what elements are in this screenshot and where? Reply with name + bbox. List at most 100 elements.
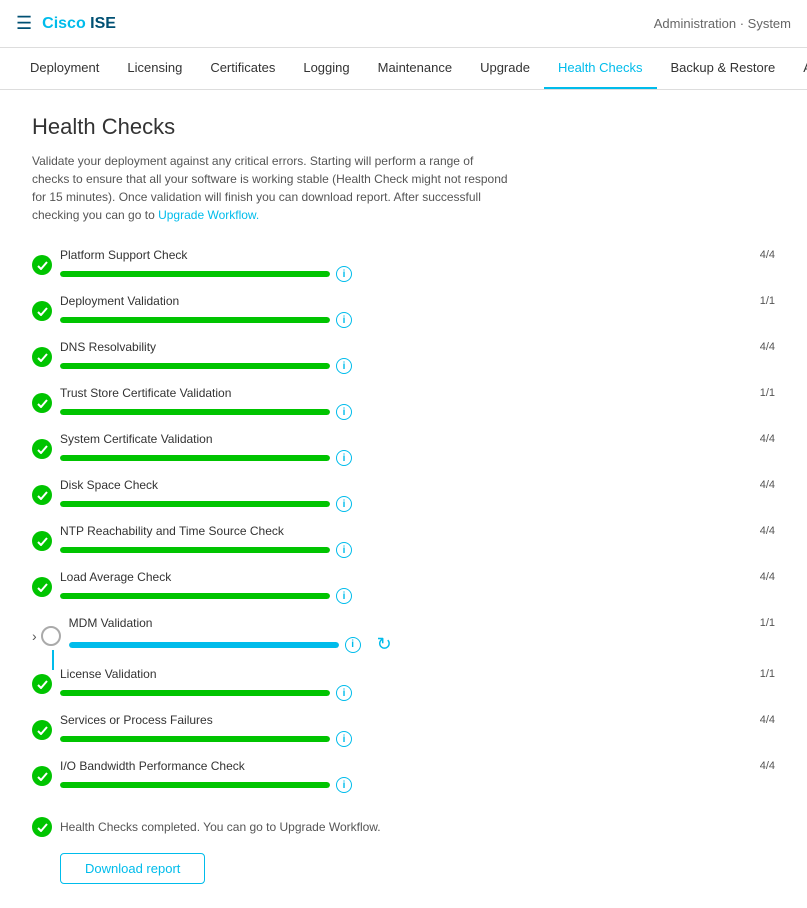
footer-section: Health Checks completed. You can go to U… xyxy=(32,817,775,884)
check-name: Platform Support Check xyxy=(60,248,187,262)
brand-ise: ISE xyxy=(90,15,116,32)
check-name: MDM Validation xyxy=(69,616,153,630)
check-row-system-cert: System Certificate Validation 4/4 i xyxy=(32,432,775,466)
check-content: MDM Validation 1/1 i ↻ xyxy=(69,616,775,655)
progress-bar xyxy=(60,363,330,369)
check-status-icon xyxy=(32,674,52,694)
check-name: System Certificate Validation xyxy=(60,432,213,446)
progress-bar-container xyxy=(60,501,330,507)
check-content: Trust Store Certificate Validation 1/1 i xyxy=(60,386,775,420)
check-score-label: 4/4 xyxy=(760,760,775,772)
info-icon[interactable]: i xyxy=(336,685,352,701)
progress-bar xyxy=(60,501,330,507)
check-status-icon xyxy=(32,766,52,786)
check-score-label: 4/4 xyxy=(760,525,775,537)
check-row-services: Services or Process Failures 4/4 i xyxy=(32,713,775,747)
check-content: Services or Process Failures 4/4 i xyxy=(60,713,775,747)
tab-logging[interactable]: Logging xyxy=(289,48,363,89)
check-score-label: 1/1 xyxy=(760,668,775,680)
header: ☰ Cisco ISE Administration · System xyxy=(0,0,807,48)
check-score-label: 1/1 xyxy=(760,295,775,307)
refresh-icon[interactable]: ↻ xyxy=(377,634,392,655)
check-row-mdm: › MDM Validation 1/1 i ↻ xyxy=(32,616,775,655)
progress-bar xyxy=(60,690,330,696)
progress-bar xyxy=(60,455,330,461)
tab-licensing[interactable]: Licensing xyxy=(113,48,196,89)
check-score-label: 1/1 xyxy=(760,617,775,629)
check-name: Deployment Validation xyxy=(60,294,179,308)
checks-container: Platform Support Check 4/4 i xyxy=(32,248,775,793)
info-icon[interactable]: i xyxy=(336,731,352,747)
check-status-icon xyxy=(32,485,52,505)
check-content: NTP Reachability and Time Source Check 4… xyxy=(60,524,775,558)
check-score-label: 4/4 xyxy=(760,479,775,491)
info-icon[interactable]: i xyxy=(336,542,352,558)
admin-label: Administration · System xyxy=(654,16,791,31)
check-content: I/O Bandwidth Performance Check 4/4 i xyxy=(60,759,775,793)
nav-tabs: Deployment Licensing Certificates Loggin… xyxy=(0,48,807,90)
check-status-icon xyxy=(32,531,52,551)
info-icon[interactable]: i xyxy=(336,358,352,374)
progress-bar-container xyxy=(60,455,330,461)
completion-icon xyxy=(32,817,52,837)
info-icon[interactable]: i xyxy=(336,588,352,604)
check-score-label: 4/4 xyxy=(760,249,775,261)
progress-bar-container xyxy=(60,271,330,277)
tab-health-checks[interactable]: Health Checks xyxy=(544,48,657,89)
check-row-trust-store: Trust Store Certificate Validation 1/1 i xyxy=(32,386,775,420)
check-name: Load Average Check xyxy=(60,570,171,584)
progress-bar-container xyxy=(69,642,339,648)
info-icon[interactable]: i xyxy=(336,404,352,420)
progress-bar xyxy=(60,782,330,788)
info-icon[interactable]: i xyxy=(336,266,352,282)
check-row-load-average: Load Average Check 4/4 i xyxy=(32,570,775,604)
check-row-ntp: NTP Reachability and Time Source Check 4… xyxy=(32,524,775,558)
info-icon[interactable]: i xyxy=(336,496,352,512)
progress-bar xyxy=(60,409,330,415)
check-row-dns: DNS Resolvability 4/4 i xyxy=(32,340,775,374)
brand-logo: Cisco ISE xyxy=(42,15,116,33)
progress-bar-container xyxy=(60,547,330,553)
tab-maintenance[interactable]: Maintenance xyxy=(364,48,466,89)
tab-upgrade[interactable]: Upgrade xyxy=(466,48,544,89)
check-content: Platform Support Check 4/4 i xyxy=(60,248,775,282)
expand-icon[interactable]: › xyxy=(32,628,37,644)
check-status-icon xyxy=(32,255,52,275)
progress-bar xyxy=(60,736,330,742)
progress-bar xyxy=(60,317,330,323)
check-name: Disk Space Check xyxy=(60,478,158,492)
check-name: License Validation xyxy=(60,667,157,681)
check-row-deployment-validation: Deployment Validation 1/1 i xyxy=(32,294,775,328)
check-status-icon xyxy=(32,720,52,740)
completion-message: Health Checks completed. You can go to U… xyxy=(32,817,381,837)
download-report-button[interactable]: Download report xyxy=(60,853,205,884)
check-score-label: 4/4 xyxy=(760,341,775,353)
check-name: Trust Store Certificate Validation xyxy=(60,386,231,400)
progress-bar-container xyxy=(60,317,330,323)
hamburger-icon[interactable]: ☰ xyxy=(16,13,32,34)
progress-bar xyxy=(60,593,330,599)
tab-deployment[interactable]: Deployment xyxy=(16,48,113,89)
check-status-icon xyxy=(32,347,52,367)
check-status-icon xyxy=(41,626,61,646)
progress-bar-container xyxy=(60,736,330,742)
check-content: DNS Resolvability 4/4 i xyxy=(60,340,775,374)
check-content: Deployment Validation 1/1 i xyxy=(60,294,775,328)
check-row-license: License Validation 1/1 i xyxy=(32,667,775,701)
check-status-icon xyxy=(32,577,52,597)
tab-backup-restore[interactable]: Backup & Restore xyxy=(657,48,790,89)
info-icon[interactable]: i xyxy=(345,637,361,653)
upgrade-workflow-link[interactable]: Upgrade Workflow. xyxy=(158,208,259,222)
info-icon[interactable]: i xyxy=(336,777,352,793)
info-icon[interactable]: i xyxy=(336,450,352,466)
page-title: Health Checks xyxy=(32,114,775,140)
check-score-label: 4/4 xyxy=(760,571,775,583)
progress-bar-container xyxy=(60,363,330,369)
tab-certificates[interactable]: Certificates xyxy=(196,48,289,89)
check-content: Load Average Check 4/4 i xyxy=(60,570,775,604)
progress-bar-container xyxy=(60,593,330,599)
info-icon[interactable]: i xyxy=(336,312,352,328)
progress-bar-container xyxy=(60,409,330,415)
check-name: DNS Resolvability xyxy=(60,340,156,354)
tab-admin-access[interactable]: Admin Access xyxy=(789,48,807,89)
